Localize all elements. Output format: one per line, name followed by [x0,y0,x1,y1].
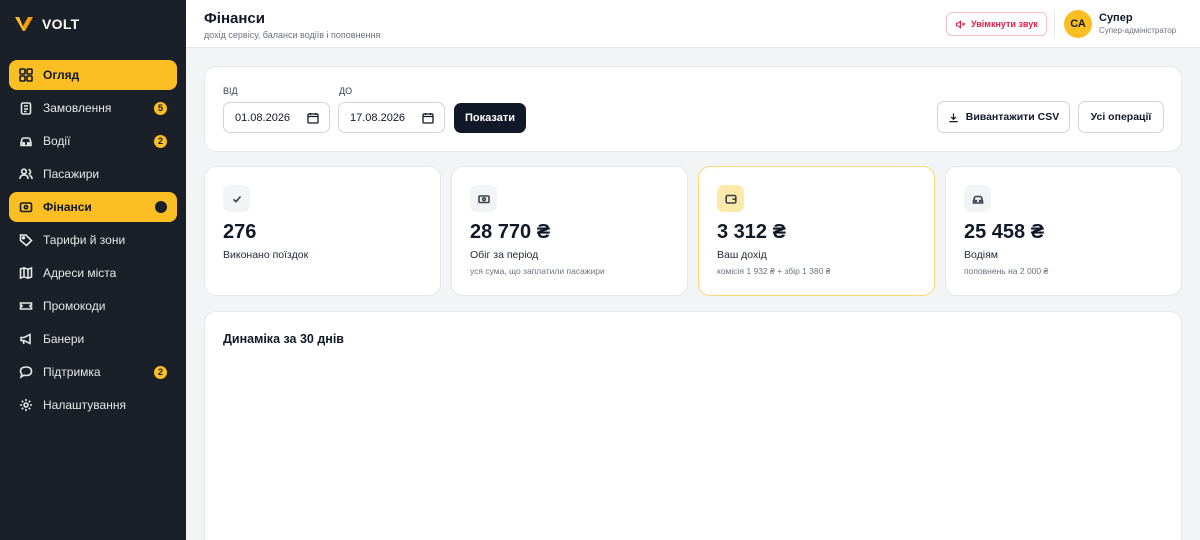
sidebar-item-label: Водії [43,134,71,148]
page-subtitle: дохід сервісу, баланси водіїв і поповнен… [204,30,381,40]
sidebar-item-label: Налаштування [43,398,126,412]
dynamics-chart-card: Динаміка за 30 днів [204,311,1182,540]
export-csv-label: Вивантажити CSV [965,111,1060,123]
sidebar-item-banners[interactable]: Банери [9,324,177,354]
export-csv-button[interactable]: Вивантажити CSV [937,101,1070,133]
all-operations-button[interactable]: Усі операції [1078,101,1164,133]
stat-label: Виконано поїздок [223,249,309,261]
tag-icon [19,233,33,247]
enable-sound-label: Увімкнути звук [971,19,1038,29]
sidebar-item-tariffs[interactable]: Тарифи й зони [9,225,177,255]
to-date-label: ДО [339,86,353,96]
to-date-input[interactable]: 17.08.2026 [338,102,445,133]
calendar-icon[interactable] [307,112,319,124]
sidebar: VOLT Огляд Замовлення 5 Водії 2 Пасажири… [0,0,186,540]
stat-card-drivers: 25 458 ₴ Водіям поповнень на 2 000 ₴ [945,166,1182,296]
gear-icon [19,398,33,412]
top-header: Фінанси дохід сервісу, баланси водіїв і … [186,0,1200,48]
check-icon [223,185,250,212]
stat-label: Обіг за період [470,249,539,261]
volt-logo-icon [15,17,33,31]
sidebar-item-label: Адреси міста [43,266,117,280]
from-date-value: 01.08.2026 [235,111,291,124]
clipboard-icon [19,101,33,115]
sidebar-nav: Огляд Замовлення 5 Водії 2 Пасажири Фіна… [0,48,186,420]
stat-value: 276 [223,221,257,243]
enable-sound-button[interactable]: Увімкнути звук [946,12,1047,36]
sidebar-item-passengers[interactable]: Пасажири [9,159,177,189]
period-filter-card: ВІД 01.08.2026 ДО 17.08.2026 Показати Ви… [204,66,1182,152]
sidebar-item-label: Замовлення [43,101,112,115]
map-icon [19,266,33,280]
show-button[interactable]: Показати [454,103,526,133]
sidebar-item-finance[interactable]: Фінанси [9,192,177,222]
page-title: Фінанси [204,10,265,27]
sidebar-item-label: Фінанси [43,200,92,214]
logo[interactable]: VOLT [0,0,186,48]
header-divider [1054,10,1055,38]
avatar[interactable]: СА [1064,10,1092,38]
user-role: Супер-адміністратор [1099,26,1177,35]
from-date-label: ВІД [223,86,238,96]
car-icon [964,185,991,212]
stat-note: комісія 1 932 ₴ + збір 1 380 ₴ [717,266,831,276]
wallet-icon [19,200,33,214]
stat-label: Водіям [964,249,998,261]
chart-title: Динаміка за 30 днів [223,332,344,346]
drivers-count-badge: 2 [154,134,167,148]
download-icon [949,112,958,122]
sidebar-item-label: Підтримка [43,365,101,379]
stat-card-income: 3 312 ₴ Ваш дохід комісія 1 932 ₴ + збір… [698,166,935,296]
stat-value: 25 458 ₴ [964,221,1045,243]
wallet-icon [717,185,744,212]
sidebar-item-orders[interactable]: Замовлення 5 [9,93,177,123]
stat-value: 3 312 ₴ [717,221,786,243]
stat-card-trips: 276 Виконано поїздок [204,166,441,296]
speaker-muted-icon [955,19,966,29]
active-dot [155,201,167,213]
stat-label: Ваш дохід [717,249,767,261]
sidebar-item-label: Промокоди [43,299,106,313]
sidebar-item-label: Банери [43,332,85,346]
to-date-value: 17.08.2026 [350,111,406,124]
stat-note: уся сума, що заплатили пасажири [470,266,605,276]
car-icon [19,134,33,148]
grid-icon [19,68,33,82]
sidebar-item-overview[interactable]: Огляд [9,60,177,90]
users-icon [19,167,33,181]
sidebar-item-addresses[interactable]: Адреси міста [9,258,177,288]
sidebar-item-label: Тарифи й зони [43,233,126,247]
orders-count-badge: 5 [154,101,167,115]
cash-icon [470,185,497,212]
brand-name: VOLT [42,16,80,32]
sidebar-item-label: Огляд [43,68,80,82]
ticket-icon [19,299,33,313]
stat-note: поповнень на 2 000 ₴ [964,266,1049,276]
chat-icon [19,365,33,379]
user-name: Супер [1099,12,1133,24]
calendar-icon[interactable] [422,112,434,124]
sidebar-item-label: Пасажири [43,167,100,181]
support-count-badge: 2 [154,365,167,379]
sidebar-item-promocodes[interactable]: Промокоди [9,291,177,321]
stat-value: 28 770 ₴ [470,221,551,243]
stat-card-turnover: 28 770 ₴ Обіг за період уся сума, що зап… [451,166,688,296]
megaphone-icon [19,332,33,346]
from-date-input[interactable]: 01.08.2026 [223,102,330,133]
sidebar-item-support[interactable]: Підтримка 2 [9,357,177,387]
sidebar-item-drivers[interactable]: Водії 2 [9,126,177,156]
sidebar-item-settings[interactable]: Налаштування [9,390,177,420]
